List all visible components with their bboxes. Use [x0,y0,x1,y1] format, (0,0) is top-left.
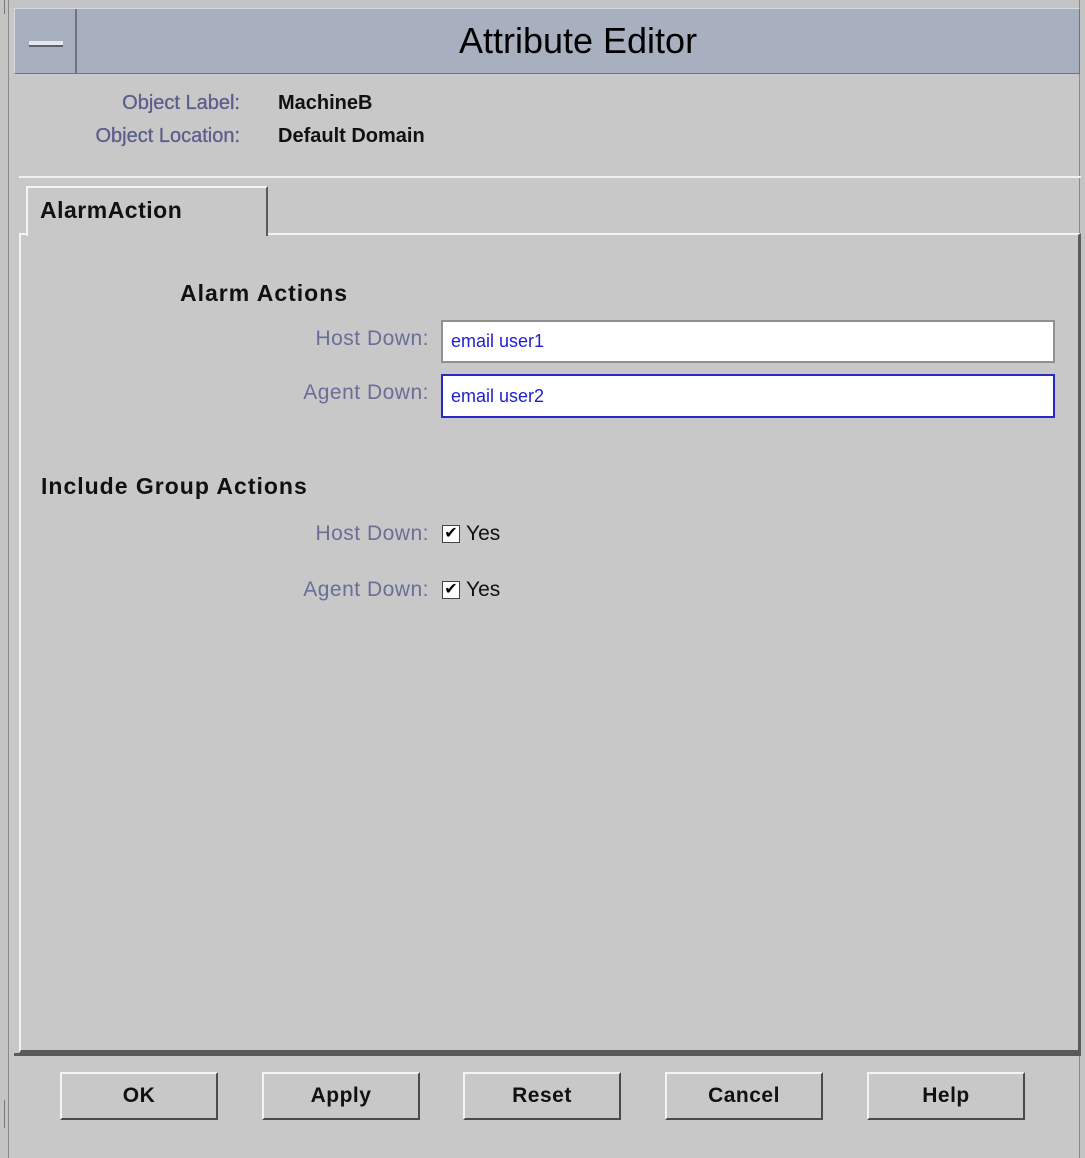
object-location-caption: Object Location: [95,125,240,147]
group-agent-down-label: Agent Down: [303,578,429,601]
object-label-caption: Object Label: [122,92,240,114]
group-host-down-option: Yes [466,522,501,545]
group-host-down-checkbox-row[interactable]: ✔ Yes [442,522,500,546]
window-menu-button[interactable] [15,9,77,73]
group-host-down-label: Host Down: [315,522,429,545]
window-menu-icon [29,41,63,47]
group-agent-down-option: Yes [466,578,501,601]
alarm-actions-heading: Alarm Actions [180,280,349,306]
alarm-host-down-input[interactable] [441,320,1055,363]
tab-joint [28,232,266,236]
cancel-button[interactable]: Cancel [665,1072,823,1120]
frame-notch [4,0,5,14]
object-label-row: Object Label: MachineB [0,92,500,118]
window-frame-top [0,0,1085,8]
include-group-actions-heading: Include Group Actions [41,473,308,499]
title-bar[interactable]: Attribute Editor [14,8,1080,74]
button-bar-divider [14,1053,1081,1056]
tab-strip-divider [19,176,1081,178]
object-label-value: MachineB [278,92,373,114]
frame-notch [4,1100,5,1128]
ok-button[interactable]: OK [60,1072,218,1120]
object-location-value: Default Domain [278,125,425,147]
group-agent-down-checkbox[interactable]: ✔ [442,581,460,599]
apply-button[interactable]: Apply [262,1072,420,1120]
alarm-agent-down-label: Agent Down: [303,381,429,404]
tab-alarmaction[interactable]: AlarmAction [26,186,268,236]
alarm-agent-down-input[interactable] [441,374,1055,418]
reset-button[interactable]: Reset [463,1072,621,1120]
window-title: Attribute Editor [458,20,698,61]
window-frame-left[interactable] [0,0,9,1158]
help-button[interactable]: Help [867,1072,1025,1120]
object-location-row: Object Location: Default Domain [0,125,500,151]
group-host-down-checkbox[interactable]: ✔ [442,525,460,543]
alarm-host-down-label: Host Down: [315,327,429,350]
group-agent-down-checkbox-row[interactable]: ✔ Yes [442,578,500,602]
